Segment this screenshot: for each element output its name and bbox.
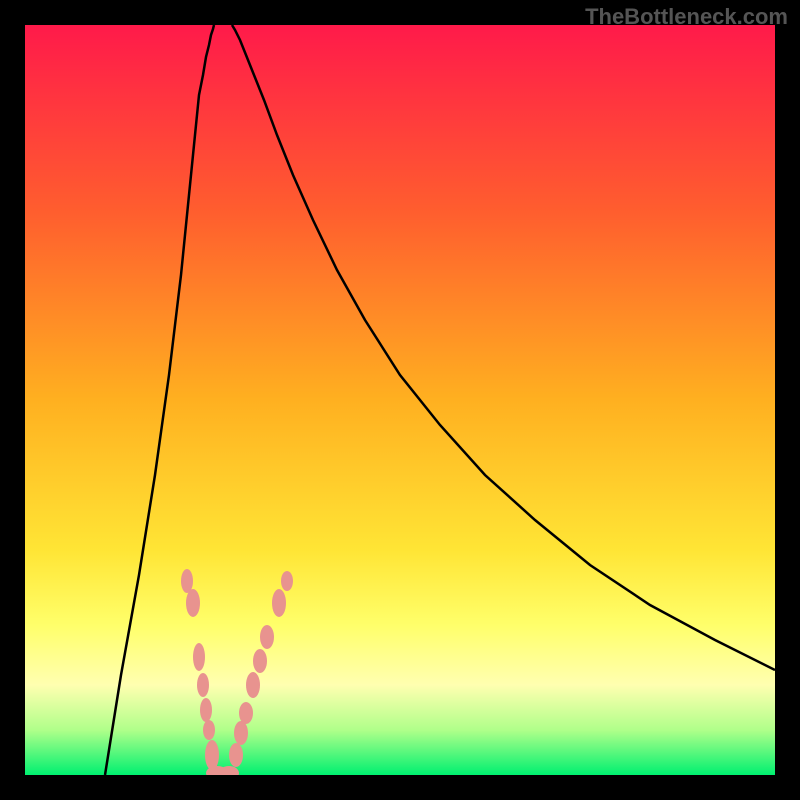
data-marker xyxy=(197,673,209,697)
data-marker xyxy=(193,643,205,671)
data-marker xyxy=(205,740,219,770)
data-marker xyxy=(239,702,253,724)
data-marker xyxy=(272,589,286,617)
data-marker xyxy=(246,672,260,698)
data-marker xyxy=(203,720,215,740)
data-marker xyxy=(260,625,274,649)
chart-container xyxy=(25,25,775,775)
data-marker xyxy=(200,698,212,722)
watermark-text: TheBottleneck.com xyxy=(585,4,788,30)
data-marker xyxy=(253,649,267,673)
data-marker xyxy=(229,743,243,767)
chart-svg xyxy=(25,25,775,775)
data-marker xyxy=(234,721,248,745)
data-marker xyxy=(181,569,193,593)
data-marker xyxy=(281,571,293,591)
chart-background xyxy=(25,25,775,775)
data-marker xyxy=(186,589,200,617)
